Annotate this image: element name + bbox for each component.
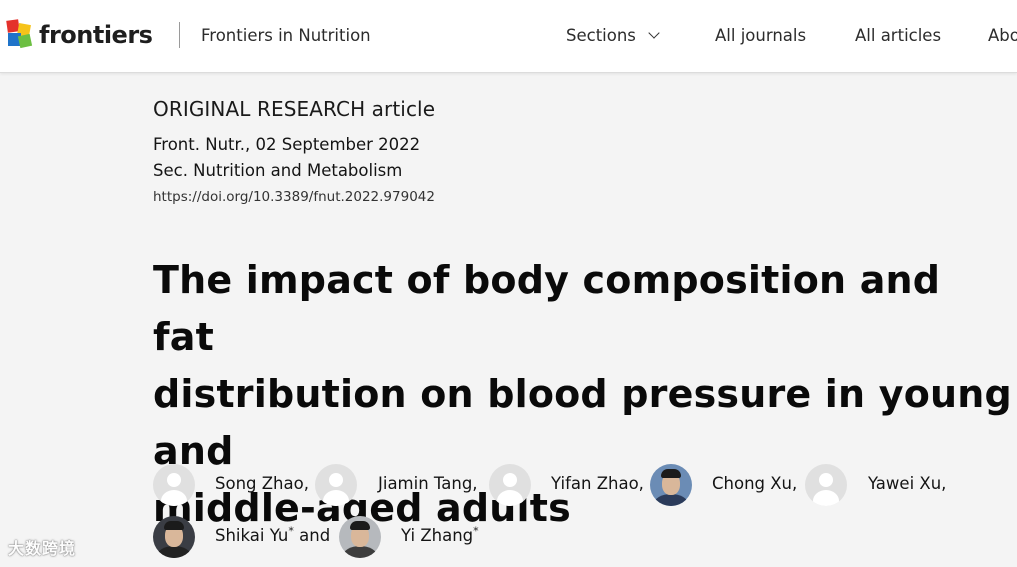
publication-date: Front. Nutr., 02 September 2022 xyxy=(153,135,421,154)
author-name: Shikai Yu xyxy=(215,526,289,545)
author-link[interactable]: Yawei Xu, xyxy=(868,474,946,493)
author-link[interactable]: Shikai Yu* and xyxy=(215,526,331,546)
doi-link[interactable]: https://doi.org/10.3389/fnut.2022.979042 xyxy=(153,189,435,205)
author-link[interactable]: Chong Xu, xyxy=(712,474,797,493)
author-conjunction: and xyxy=(293,526,331,545)
author-link[interactable]: Yifan Zhao, xyxy=(551,474,644,493)
author-name: Yi Zhang xyxy=(401,526,474,545)
author-name: Yawei Xu, xyxy=(868,474,947,493)
article-title: The impact of body composition and fat d… xyxy=(153,252,1013,537)
author-link[interactable]: Jiamin Tang, xyxy=(378,474,478,493)
author-avatar-placeholder[interactable] xyxy=(315,464,357,506)
author-avatar-photo[interactable] xyxy=(339,516,381,558)
journal-name-link[interactable]: Frontiers in Nutrition xyxy=(201,26,371,45)
author-link[interactable]: Song Zhao, xyxy=(215,474,309,493)
author-link[interactable]: Yi Zhang* xyxy=(401,524,479,546)
author-avatar-photo[interactable] xyxy=(650,464,692,506)
nav-all-journals[interactable]: All journals xyxy=(715,26,806,45)
journal-section-link[interactable]: Sec. Nutrition and Metabolism xyxy=(153,161,402,180)
chevron-down-icon xyxy=(648,27,660,39)
author-avatar-placeholder[interactable] xyxy=(489,464,531,506)
watermark: 大数跨境 xyxy=(8,539,77,558)
corresponding-mark: * xyxy=(473,524,479,538)
title-line: distribution on blood pressure in young … xyxy=(153,372,1012,473)
article-type: ORIGINAL RESEARCH article xyxy=(153,97,436,121)
frontiers-logo-icon xyxy=(6,19,33,50)
author-name: Yifan Zhao, xyxy=(551,474,644,493)
author-name: Jiamin Tang, xyxy=(378,474,478,493)
frontiers-logo[interactable]: frontiers xyxy=(6,19,153,50)
nav-sections[interactable]: Sections xyxy=(566,26,660,45)
nav-sections-label: Sections xyxy=(566,26,636,45)
author-avatar-placeholder[interactable] xyxy=(805,464,847,506)
author-avatar-placeholder[interactable] xyxy=(153,464,195,506)
header-divider xyxy=(179,22,180,48)
author-name: Chong Xu, xyxy=(712,474,798,493)
author-name: Song Zhao, xyxy=(215,474,309,493)
site-header: frontiers Frontiers in Nutrition Section… xyxy=(0,0,1017,73)
author-avatar-photo[interactable] xyxy=(153,516,195,558)
title-line: The impact of body composition and fat xyxy=(153,258,941,359)
nav-all-articles[interactable]: All articles xyxy=(855,26,941,45)
logo-text: frontiers xyxy=(39,21,153,49)
nav-about[interactable]: Abo xyxy=(988,26,1017,45)
